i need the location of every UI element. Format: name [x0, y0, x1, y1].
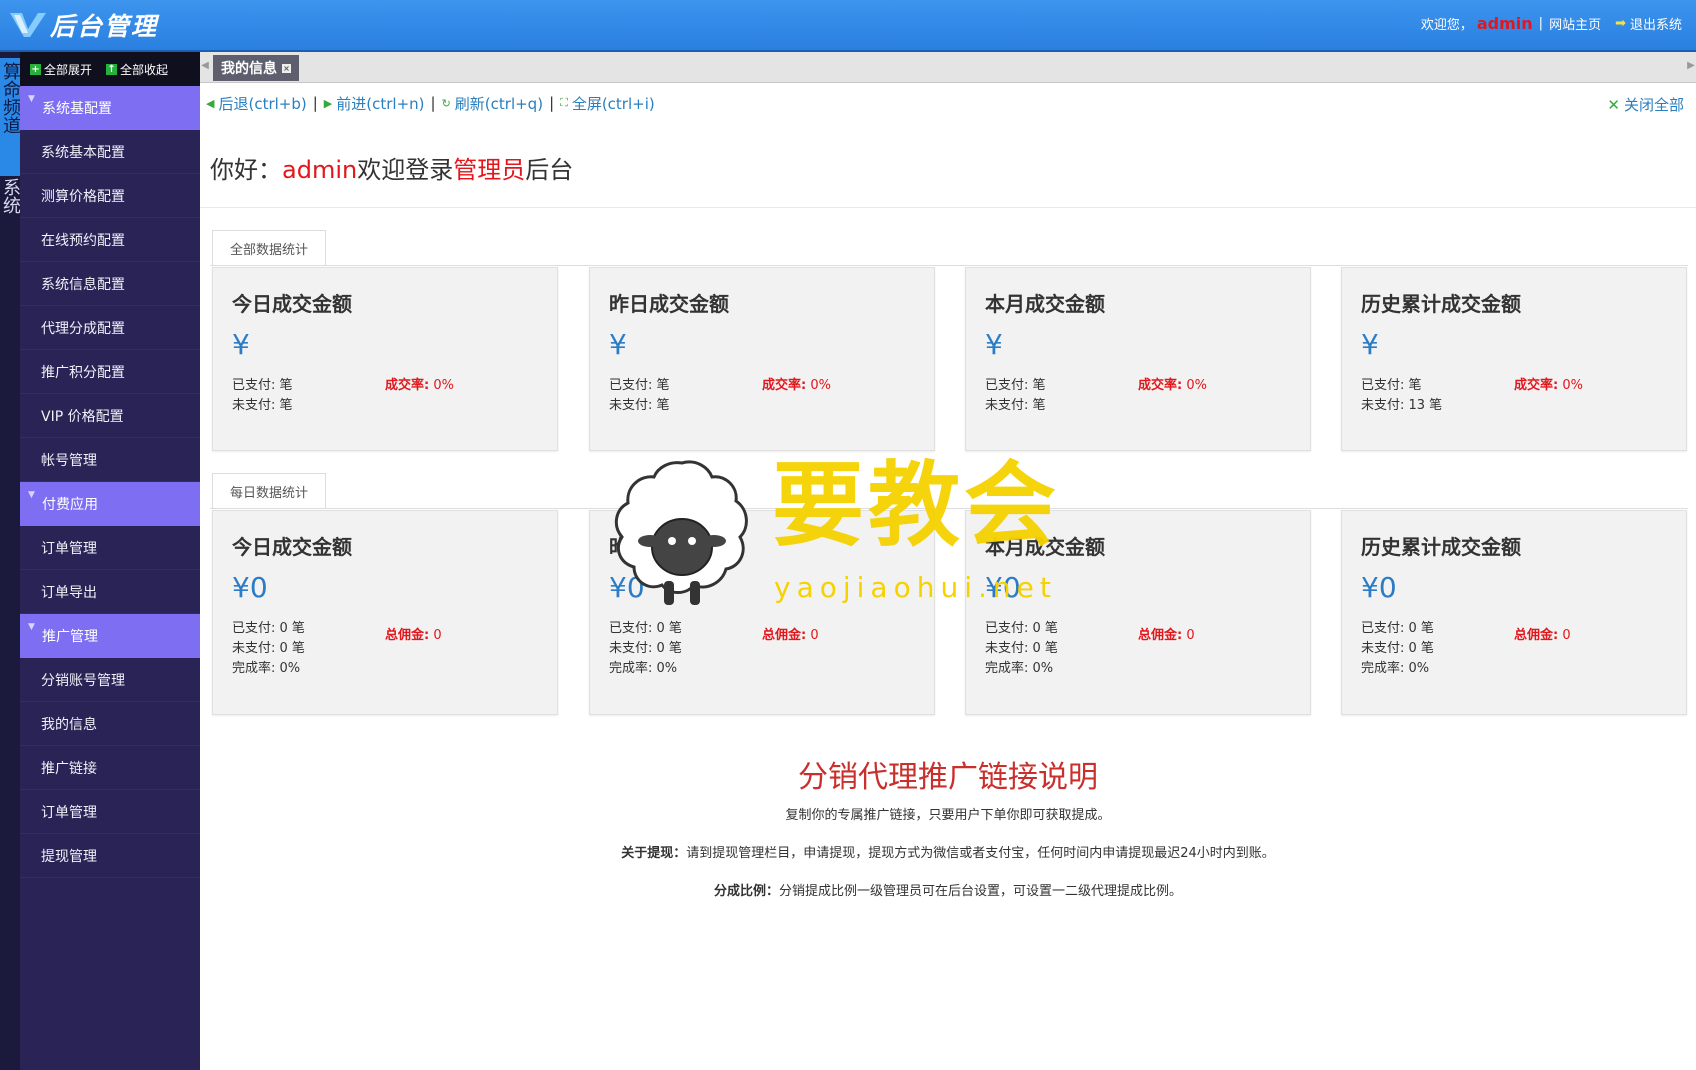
amount-value: ¥ [1361, 328, 1379, 361]
promo-explanation-line: 复制你的专属推广链接，只要用户下单你即可获取提成。 [785, 808, 1111, 823]
sidebar-item-my-info[interactable]: 我的信息 [20, 702, 200, 746]
chevron-down-icon: ▼ [28, 622, 35, 632]
tab-bar: ◀ 我的信息 × ▶ [200, 52, 1696, 83]
tab-scroll-right-icon[interactable]: ▶ [1686, 54, 1696, 78]
stat-card-month-daily: 本月成交金额 ¥0 已支付: 0 笔 未支付: 0 笔 完成率: 0% 总佣金:… [965, 510, 1311, 715]
back-button[interactable]: ◀ 后退(ctrl+b) [200, 93, 313, 114]
sidebar-item-info-config[interactable]: 系统信息配置 [20, 262, 200, 306]
stat-card-month-total: 本月成交金额 ¥ 已支付: 笔 未支付: 笔 成交率: 0% [965, 267, 1311, 451]
fullscreen-button[interactable]: ⛶ 全屏(ctrl+i) [554, 93, 661, 114]
stat-card-history-total: 历史累计成交金额 ¥ 已支付: 笔 未支付: 13 笔 成交率: 0% [1341, 267, 1687, 451]
stat-card-history-daily: 历史累计成交金额 ¥0 已支付: 0 笔 未支付: 0 笔 完成率: 0% 总佣… [1341, 510, 1687, 715]
stat-card-today-daily: 今日成交金额 ¥0 已支付: 0 笔 未支付: 0 笔 完成率: 0% 总佣金:… [212, 510, 558, 715]
channel-fortune[interactable]: 算命频道 [0, 58, 21, 176]
tab-scroll-left-icon[interactable]: ◀ [200, 54, 210, 78]
divider [210, 508, 1688, 509]
welcome-text: 欢迎您， [1420, 18, 1473, 33]
username: admin [1476, 14, 1533, 33]
amount-value: ¥ [985, 328, 1003, 361]
logout-link[interactable]: 退出系统 [1630, 14, 1682, 33]
stat-card-yesterday-total: 昨日成交金额 ¥ 已支付: 笔 未支付: 笔 成交率: 0% [589, 267, 935, 451]
sidebar-item-points-config[interactable]: 推广积分配置 [20, 350, 200, 394]
close-icon[interactable]: × [282, 63, 291, 73]
sidebar-item-withdraw[interactable]: 提现管理 [20, 834, 200, 878]
menu-toolbar: + 全部展开 ↑ 全部收起 [20, 52, 200, 86]
sidebar-item-basic-config[interactable]: 系统基本配置 [20, 130, 200, 174]
menu-group-paid-apps[interactable]: ▼ 付费应用 [20, 482, 200, 526]
logo-text: 后台管理 [50, 12, 159, 41]
promo-explanation-title: 分销代理推广链接说明 [798, 760, 1098, 795]
promo-ratio-note: 分成比例：分销提成比例一级管理员可在后台设置，可设置一二级代理提成比例。 [713, 884, 1183, 899]
sidebar-item-vip-config[interactable]: VIP 价格配置 [20, 394, 200, 438]
sidebar-item-promo-orders[interactable]: 订单管理 [20, 790, 200, 834]
close-icon: ✕ [1607, 95, 1620, 114]
sidebar-item-orders[interactable]: 订单管理 [20, 526, 200, 570]
sidebar-item-price-config[interactable]: 测算价格配置 [20, 174, 200, 218]
stat-card-today-total: 今日成交金额 ¥ 已支付: 笔 未支付: 笔 成交率: 0% [212, 267, 558, 451]
logout-icon: ➡ [1615, 16, 1626, 31]
user-bar: 欢迎您， admin | 网站主页 ➡ 退出系统 [1421, 14, 1682, 33]
arrow-left-icon: ◀ [206, 96, 215, 110]
chevron-down-icon: ▼ [28, 94, 35, 104]
tab-total-stats[interactable]: 全部数据统计 [212, 230, 326, 266]
arrow-up-icon: ↑ [106, 63, 118, 75]
amount-value: ¥ [609, 328, 627, 361]
separator: | [1538, 16, 1544, 31]
page-title: 你好：admin欢迎登录管理员后台 [210, 156, 574, 184]
amount-value: ¥ [232, 328, 250, 361]
greeting-user: admin [282, 156, 358, 184]
plus-icon: + [30, 63, 41, 75]
menu-group-system[interactable]: ▼ 系统基配置 [20, 86, 200, 130]
expand-all-button[interactable]: + 全部展开 [30, 61, 92, 78]
tab-daily-stats[interactable]: 每日数据统计 [212, 473, 326, 509]
forward-button[interactable]: ▶ 前进(ctrl+n) [318, 93, 431, 114]
amount-value: ¥0 [232, 571, 268, 604]
fullscreen-icon: ⛶ [560, 96, 568, 109]
top-header: 后台管理 欢迎您， admin | 网站主页 ➡ 退出系统 [0, 0, 1696, 52]
greeting-role: 管理员 [453, 156, 526, 184]
chevron-down-icon: ▼ [28, 490, 35, 500]
close-all-button[interactable]: ✕ 关闭全部 [1607, 94, 1684, 115]
nav-toolbar: ◀ 后退(ctrl+b) | ▶ 前进(ctrl+n) | ↻ 刷新(ctrl+… [200, 83, 1696, 123]
logo-v-icon [10, 13, 46, 37]
refresh-icon: ↻ [441, 96, 451, 110]
promo-withdraw-note: 关于提现：请到提现管理栏目，申请提现，提现方式为微信或者支付宝，任何时间内申请提… [621, 846, 1275, 861]
amount-value: ¥0 [609, 571, 645, 604]
channel-system[interactable]: 系统 [0, 178, 21, 218]
sidebar-item-order-export[interactable]: 订单导出 [20, 570, 200, 614]
sidebar-menu: + 全部展开 ↑ 全部收起 ▼ 系统基配置 系统基本配置 测算价格配置 在线预约… [20, 52, 200, 1070]
refresh-button[interactable]: ↻ 刷新(ctrl+q) [436, 93, 549, 114]
channel-strip: 算命频道 系统 [0, 52, 21, 1070]
amount-value: ¥0 [985, 571, 1021, 604]
menu-group-promotion[interactable]: ▼ 推广管理 [20, 614, 200, 658]
home-link[interactable]: 网站主页 [1549, 14, 1601, 33]
divider [200, 207, 1696, 208]
logo: 后台管理 [8, 8, 158, 42]
amount-value: ¥0 [1361, 571, 1397, 604]
collapse-all-button[interactable]: ↑ 全部收起 [106, 61, 168, 78]
divider [210, 265, 1688, 266]
sidebar-item-booking-config[interactable]: 在线预约配置 [20, 218, 200, 262]
sidebar-item-agent-config[interactable]: 代理分成配置 [20, 306, 200, 350]
arrow-right-icon: ▶ [323, 96, 333, 110]
sidebar-item-accounts[interactable]: 帐号管理 [20, 438, 200, 482]
stat-card-yesterday-daily: 昨日成交金额 ¥0 已支付: 0 笔 未支付: 0 笔 完成率: 0% 总佣金:… [589, 510, 935, 715]
sidebar-item-distributor-accounts[interactable]: 分销账号管理 [20, 658, 200, 702]
tab-my-info[interactable]: 我的信息 × [213, 55, 299, 81]
